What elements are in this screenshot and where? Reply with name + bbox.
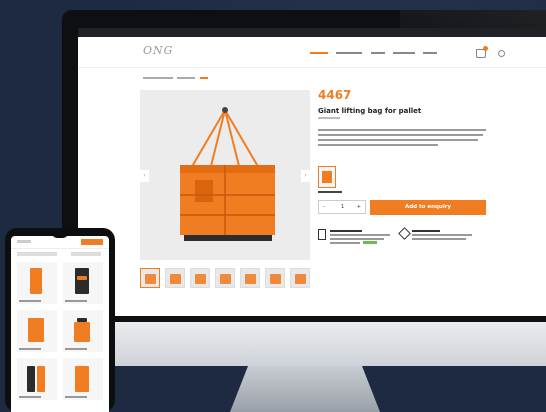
gallery-prev-button[interactable]: ‹ bbox=[140, 170, 149, 182]
nav-item-active[interactable] bbox=[310, 52, 328, 54]
tablet bbox=[5, 228, 115, 412]
quantity-stepper[interactable]: - 1 + bbox=[318, 200, 366, 214]
thumbnail-strip bbox=[140, 268, 310, 290]
list-item[interactable] bbox=[63, 358, 103, 400]
nav-item[interactable] bbox=[336, 52, 363, 54]
breadcrumb bbox=[143, 75, 208, 80]
list-item[interactable] bbox=[17, 310, 57, 352]
site-logo[interactable]: ONG bbox=[143, 44, 173, 57]
nav-item[interactable] bbox=[370, 52, 385, 54]
lifting-bag-illustration bbox=[180, 107, 275, 241]
tablet-menu-button[interactable] bbox=[81, 239, 103, 245]
cart-badge bbox=[483, 46, 488, 51]
tablet-camera-notch bbox=[52, 232, 68, 238]
list-item[interactable] bbox=[63, 310, 103, 352]
tag-icon bbox=[398, 227, 411, 240]
status-badge bbox=[363, 241, 377, 244]
monitor-stand bbox=[230, 366, 380, 412]
list-item[interactable] bbox=[63, 262, 103, 304]
tablet-sort[interactable] bbox=[71, 252, 101, 256]
chevron-right-icon: › bbox=[304, 172, 307, 179]
variant-swatch[interactable] bbox=[318, 166, 336, 188]
thumbnail[interactable] bbox=[190, 268, 210, 288]
variant-label bbox=[318, 191, 342, 193]
document-icon bbox=[318, 229, 326, 240]
product-code: 4467 bbox=[318, 88, 352, 102]
monitor: ONG ‹ › 4467 Giant lifting bag for palle… bbox=[62, 10, 546, 322]
monitor-chin bbox=[62, 322, 546, 366]
list-item[interactable] bbox=[17, 358, 57, 400]
quantity-increase[interactable]: + bbox=[357, 204, 361, 210]
info-block bbox=[398, 227, 480, 248]
tablet-screen bbox=[11, 236, 109, 412]
product-main-image[interactable] bbox=[140, 90, 310, 260]
search-icon[interactable] bbox=[498, 50, 505, 57]
tablet-filter[interactable] bbox=[17, 252, 57, 256]
chevron-left-icon: ‹ bbox=[143, 172, 146, 179]
product-title: Giant lifting bag for pallet bbox=[318, 107, 422, 115]
info-block bbox=[318, 228, 398, 248]
thumbnail[interactable] bbox=[290, 268, 310, 288]
thumbnail[interactable] bbox=[140, 268, 160, 288]
gallery-next-button[interactable]: › bbox=[301, 170, 310, 182]
site-header: ONG bbox=[78, 37, 546, 68]
quantity-decrease[interactable]: - bbox=[323, 204, 325, 210]
list-item[interactable] bbox=[17, 262, 57, 304]
top-bar bbox=[78, 28, 546, 37]
add-to-enquiry-button[interactable]: Add to enquiry bbox=[370, 200, 486, 215]
thumbnail[interactable] bbox=[240, 268, 260, 288]
quantity-value[interactable]: 1 bbox=[341, 204, 344, 210]
thumbnail[interactable] bbox=[265, 268, 285, 288]
monitor-screen: ONG ‹ › 4467 Giant lifting bag for palle… bbox=[78, 28, 546, 316]
main-nav bbox=[310, 50, 444, 55]
nav-item[interactable] bbox=[392, 52, 415, 54]
product-subtitle bbox=[318, 117, 340, 119]
thumbnail[interactable] bbox=[215, 268, 235, 288]
tablet-logo[interactable] bbox=[17, 240, 31, 243]
thumbnail[interactable] bbox=[165, 268, 185, 288]
product-description bbox=[318, 129, 488, 159]
nav-item[interactable] bbox=[423, 52, 438, 54]
